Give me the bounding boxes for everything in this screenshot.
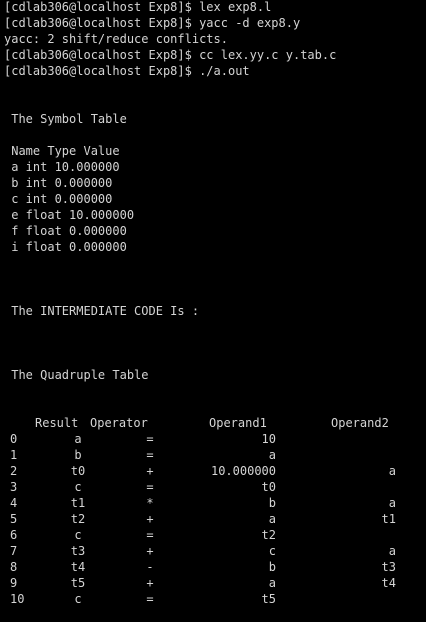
quadruple-cell-result: t1 — [70, 496, 86, 510]
quadruple-cell-operand2 — [300, 527, 396, 543]
quadruple-cell-operand1: t0 — [261, 480, 276, 494]
symbol-table-row: a int 10.000000 — [4, 160, 120, 174]
quadruple-cell-operand1: a — [268, 512, 276, 526]
quadruple-cell-operand2 — [300, 591, 396, 607]
quadruple-cell-operand2 — [300, 479, 396, 495]
quadruple-cell-operand2: t4 — [381, 576, 396, 590]
quadruple-header-operator: Operator — [90, 416, 148, 430]
terminal-command-line: [cdlab306@localhost Exp8]$ lex exp8.l — [4, 0, 272, 14]
symbol-table-row: i float 0.000000 — [4, 240, 127, 254]
terminal-command-line: [cdlab306@localhost Exp8]$ cc lex.yy.c y… — [4, 48, 337, 62]
quadruple-cell-operator: + — [146, 512, 154, 526]
symbol-table-header: Name Type Value — [4, 144, 120, 158]
quadruple-header-operand1: Operand1 — [209, 416, 267, 430]
quadruple-cell-result: t5 — [70, 576, 86, 590]
quadruple-cell-result: c — [74, 592, 82, 606]
quadruple-cell-result: c — [74, 528, 82, 542]
quadruple-cell-operator: = — [146, 528, 154, 542]
symbol-table-row: b int 0.000000 — [4, 176, 113, 190]
quadruple-cell-operand1: a — [268, 448, 276, 462]
quadruple-cell-operator: = — [146, 448, 154, 462]
quadruple-cell-index: 9 — [10, 576, 18, 590]
intermediate-code-title: The INTERMEDIATE CODE Is : — [4, 304, 200, 318]
terminal-command-line: [cdlab306@localhost Exp8]$ yacc -d exp8.… — [4, 16, 301, 30]
quadruple-cell-index: 6 — [10, 528, 18, 542]
quadruple-cell-operand1: 10.000000 — [210, 464, 276, 478]
quadruple-cell-operand1: c — [268, 544, 276, 558]
quadruple-cell-operator: - — [146, 560, 154, 574]
quadruple-cell-result: b — [74, 448, 82, 462]
quadruple-cell-operator: * — [146, 496, 154, 510]
quadruple-cell-index: 8 — [10, 560, 18, 574]
quadruple-cell-operand2: t1 — [381, 512, 396, 526]
symbol-table-title: The Symbol Table — [4, 112, 127, 126]
quadruple-cell-index: 5 — [10, 512, 18, 526]
quadruple-cell-operator: = — [146, 480, 154, 494]
quadruple-cell-operand1: b — [268, 560, 276, 574]
quadruple-cell-result: c — [74, 480, 82, 494]
quadruple-cell-index: 3 — [10, 480, 18, 494]
quadruple-cell-index: 2 — [10, 464, 18, 478]
quadruple-cell-result: t3 — [70, 544, 86, 558]
quadruple-cell-operator: = — [146, 432, 154, 446]
quadruple-cell-index: 0 — [10, 432, 18, 446]
quadruple-cell-result: a — [74, 432, 82, 446]
quadruple-cell-operator: + — [146, 464, 154, 478]
terminal-command-line: [cdlab306@localhost Exp8]$ ./a.out — [4, 64, 250, 78]
quadruple-cell-result: t0 — [70, 464, 86, 478]
quadruple-table-title: The Quadruple Table — [4, 368, 149, 382]
quadruple-cell-operand1: a — [268, 576, 276, 590]
terminal-output-line: yacc: 2 shift/reduce conflicts. — [4, 32, 228, 46]
quadruple-cell-result: t2 — [70, 512, 86, 526]
symbol-table-row: e float 10.000000 — [4, 208, 135, 222]
quadruple-cell-index: 1 — [10, 448, 18, 462]
quadruple-cell-operand1: b — [268, 496, 276, 510]
quadruple-cell-operand1: 10 — [261, 432, 276, 446]
quadruple-cell-operator: + — [146, 576, 154, 590]
quadruple-cell-operand2: a — [388, 464, 396, 478]
quadruple-cell-operand2: a — [388, 496, 396, 510]
quadruple-header-result: Result — [35, 416, 79, 430]
quadruple-cell-operand2 — [300, 431, 396, 447]
quadruple-cell-index: 7 — [10, 544, 18, 558]
symbol-table-row: c int 0.000000 — [4, 192, 113, 206]
quadruple-cell-operand2 — [300, 447, 396, 463]
quadruple-header-operand2: Operand2 — [331, 416, 389, 430]
quadruple-cell-operand2: t3 — [381, 560, 396, 574]
quadruple-cell-operand1: t2 — [261, 528, 276, 542]
quadruple-cell-index: 10 — [10, 592, 25, 606]
quadruple-cell-operator: = — [146, 592, 154, 606]
quadruple-cell-operand2: a — [388, 544, 396, 558]
quadruple-cell-operator: + — [146, 544, 154, 558]
quadruple-cell-operand1: t5 — [261, 592, 276, 606]
quadruple-cell-result: t4 — [70, 560, 86, 574]
quadruple-cell-index: 4 — [10, 496, 18, 510]
symbol-table-row: f float 0.000000 — [4, 224, 127, 238]
terminal-window[interactable]: [cdlab306@localhost Exp8]$ lex exp8.l [c… — [0, 0, 426, 622]
